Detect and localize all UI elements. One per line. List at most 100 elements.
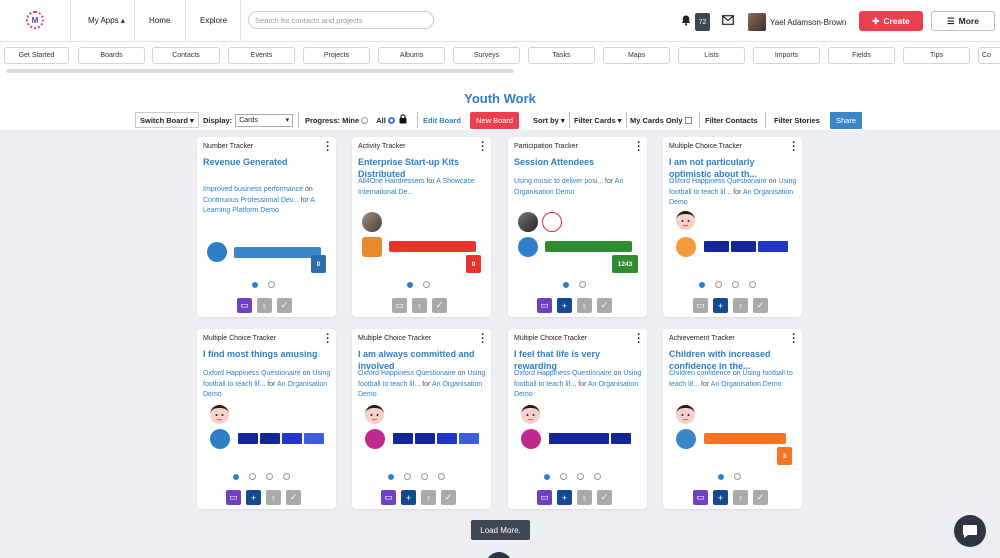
card-desc-link[interactable]: Children confidence: [669, 370, 731, 377]
progress-all-radio[interactable]: [387, 116, 395, 124]
tracker-card[interactable]: Multiple Choice Tracker · · · I feel that …: [508, 329, 647, 509]
pager-dot[interactable]: [594, 473, 601, 480]
lightbulb-icon[interactable]: ♀: [577, 298, 592, 313]
nav-home[interactable]: Home: [149, 16, 170, 25]
horizontal-scrollbar[interactable]: [6, 69, 514, 73]
comment-icon[interactable]: ▭: [381, 490, 396, 505]
tab-surveys[interactable]: Surveys: [453, 47, 520, 64]
pager-dot[interactable]: [749, 281, 756, 288]
comment-icon[interactable]: ▭: [693, 298, 708, 313]
tab-lists[interactable]: Lists: [678, 47, 745, 64]
pager-dot[interactable]: [407, 281, 413, 288]
progress-mine-radio[interactable]: [361, 116, 369, 124]
load-more-button[interactable]: Load More.: [471, 520, 530, 540]
comment-icon[interactable]: ▭: [237, 298, 252, 313]
checkbox-icon[interactable]: ✓: [441, 490, 456, 505]
add-icon[interactable]: +: [246, 490, 261, 505]
pager-dot[interactable]: [699, 281, 705, 288]
lightbulb-icon[interactable]: ♀: [412, 298, 427, 313]
contact-avatar[interactable]: [676, 405, 695, 424]
contact-avatar[interactable]: [518, 212, 538, 232]
nav-explore[interactable]: Explore: [200, 16, 227, 25]
share-button[interactable]: Share: [830, 112, 863, 129]
pager-dot[interactable]: [577, 473, 584, 480]
tab-imports[interactable]: Imports: [753, 47, 820, 64]
pager-dot[interactable]: [560, 473, 567, 480]
card-desc-link[interactable]: Improved business performance: [203, 186, 303, 193]
create-button[interactable]: ✚ Create: [859, 11, 923, 31]
kebab-menu-icon[interactable]: · · ·: [326, 138, 330, 157]
card-organisation-link[interactable]: An Organisation Demo: [711, 381, 782, 388]
organisation-logo[interactable]: [542, 212, 562, 232]
nav-my-apps[interactable]: My Apps ▴: [88, 16, 125, 25]
kebab-menu-icon[interactable]: · · ·: [481, 138, 485, 157]
kebab-menu-icon[interactable]: · · ·: [637, 330, 641, 349]
pager-dot[interactable]: [438, 473, 445, 480]
card-desc-link[interactable]: Oxford Happiness Questionaire: [669, 178, 767, 185]
tracker-card[interactable]: Participation Tracker · · · Session Attend…: [508, 137, 647, 317]
checkbox-icon[interactable]: ✓: [286, 490, 301, 505]
kebab-menu-icon[interactable]: · · ·: [481, 330, 485, 349]
tab-tasks[interactable]: Tasks: [528, 47, 595, 64]
user-name[interactable]: Yael Adamson-Brown: [770, 18, 846, 27]
kebab-menu-icon[interactable]: · · ·: [326, 330, 330, 349]
checkbox-icon[interactable]: ✓: [753, 298, 768, 313]
tab-boards[interactable]: Boards: [78, 47, 145, 64]
card-title[interactable]: Session Attendees: [514, 156, 632, 168]
tab-tips[interactable]: Tips: [903, 47, 970, 64]
lightbulb-icon[interactable]: ♀: [733, 298, 748, 313]
card-desc-link[interactable]: All4One Hairdressers: [358, 178, 425, 185]
tab-events[interactable]: Events: [228, 47, 295, 64]
lightbulb-icon[interactable]: ♀: [733, 490, 748, 505]
scroll-top-button[interactable]: [486, 552, 512, 558]
card-desc-link[interactable]: Oxford Happiness Questionaire: [203, 370, 301, 377]
lightbulb-icon[interactable]: ♀: [257, 298, 272, 313]
add-icon[interactable]: +: [557, 490, 572, 505]
contact-avatar[interactable]: [365, 405, 384, 424]
pager-dot[interactable]: [579, 281, 586, 288]
filter-cards-dropdown[interactable]: Filter Cards ▾: [574, 112, 622, 128]
lightbulb-icon[interactable]: ♀: [577, 490, 592, 505]
new-board-button[interactable]: New Board: [470, 112, 520, 129]
filter-stories-button[interactable]: Filter Stories: [774, 112, 820, 128]
lightbulb-icon[interactable]: ♀: [266, 490, 281, 505]
card-desc-link[interactable]: Using music to deliver posi...: [514, 178, 603, 185]
add-icon[interactable]: +: [557, 298, 572, 313]
card-desc-link[interactable]: Oxford Happiness Questionaire: [514, 370, 612, 377]
edit-board-link[interactable]: Edit Board: [423, 112, 461, 128]
pager-dot[interactable]: [718, 473, 724, 480]
user-avatar[interactable]: [748, 13, 766, 31]
comment-icon[interactable]: ▭: [693, 490, 708, 505]
my-cards-only-checkbox[interactable]: [684, 116, 692, 124]
tracker-card[interactable]: Multiple Choice Tracker · · · I find most …: [197, 329, 336, 509]
checkbox-icon[interactable]: ✓: [597, 298, 612, 313]
card-desc-link[interactable]: Oxford Happiness Questionaire: [358, 370, 456, 377]
tracker-card[interactable]: Achievement Tracker · · · Children with in…: [663, 329, 802, 509]
pager-dot[interactable]: [732, 281, 739, 288]
lock-icon[interactable]: [399, 114, 407, 126]
notification-count-badge[interactable]: 72: [695, 13, 710, 31]
comment-icon[interactable]: ▭: [392, 298, 407, 313]
comment-icon[interactable]: ▭: [537, 298, 552, 313]
kebab-menu-icon[interactable]: · · ·: [637, 138, 641, 157]
add-icon[interactable]: +: [401, 490, 416, 505]
tab-get-started[interactable]: Get Started: [4, 47, 69, 64]
kebab-menu-icon[interactable]: · · ·: [792, 330, 796, 349]
pager-dot[interactable]: [734, 473, 741, 480]
pager-dot[interactable]: [421, 473, 428, 480]
checkbox-icon[interactable]: ✓: [597, 490, 612, 505]
tab-projects[interactable]: Projects: [303, 47, 370, 64]
pager-dot[interactable]: [249, 473, 256, 480]
contact-avatar[interactable]: [362, 212, 382, 232]
comment-icon[interactable]: ▭: [537, 490, 552, 505]
tracker-card[interactable]: Multiple Choice Tracker · · · I am always …: [352, 329, 491, 509]
pager-dot[interactable]: [233, 473, 239, 480]
contact-avatar[interactable]: [521, 405, 540, 424]
search-input[interactable]: [248, 11, 434, 29]
tab-fields[interactable]: Fields: [828, 47, 895, 64]
lightbulb-icon[interactable]: ♀: [421, 490, 436, 505]
checkbox-icon[interactable]: ✓: [753, 490, 768, 505]
tracker-card[interactable]: Activity Tracker · · · Enterprise Start-up…: [352, 137, 491, 317]
more-button[interactable]: ☰ More: [931, 11, 995, 31]
pager-dot[interactable]: [563, 281, 569, 288]
